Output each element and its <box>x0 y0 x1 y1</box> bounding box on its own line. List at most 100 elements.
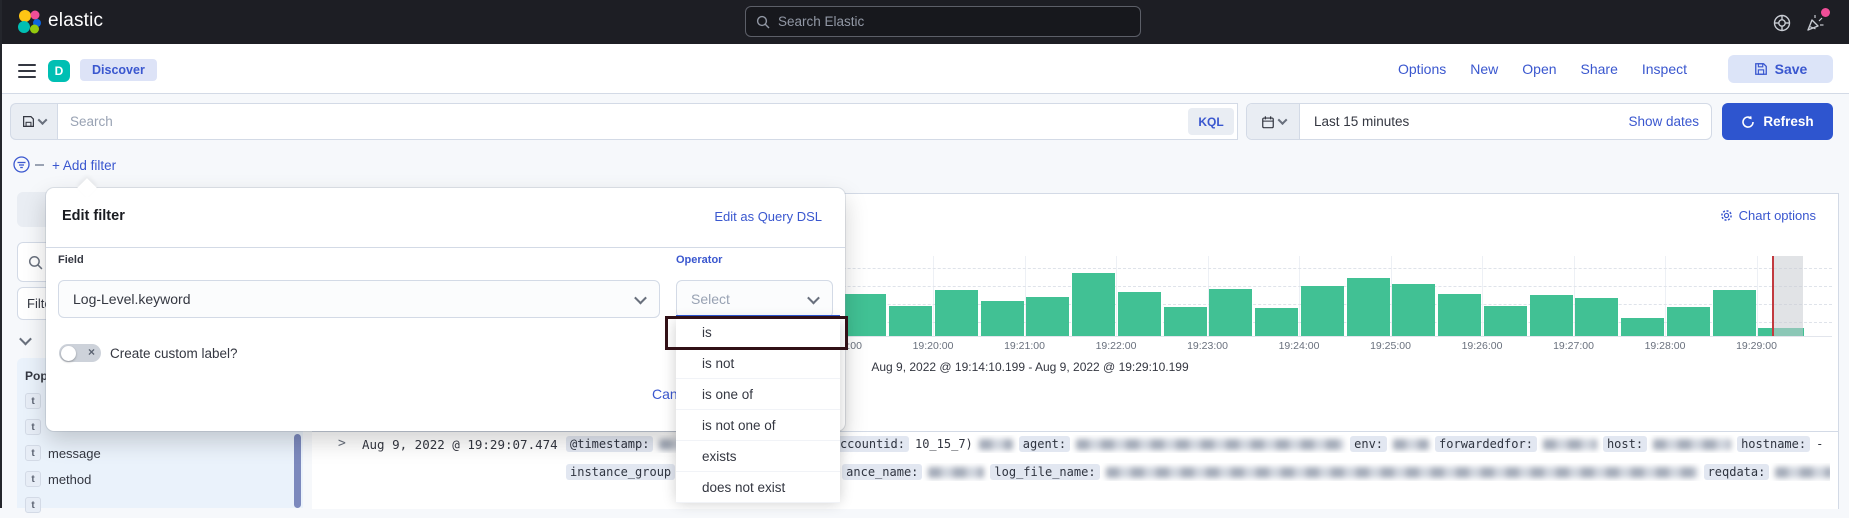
field-name-pill[interactable]: hostname: <box>1737 436 1810 452</box>
field-name-pill[interactable]: log_file_name: <box>990 464 1099 480</box>
redacted-value <box>928 467 984 478</box>
space-avatar[interactable]: D <box>48 60 70 82</box>
operator-option-is-one-of[interactable]: is one of <box>676 379 840 410</box>
close-icon: × <box>88 345 95 359</box>
chevron-down-icon <box>634 291 647 304</box>
field-name-pill[interactable]: ance_name: <box>842 464 922 480</box>
field-name-pill[interactable]: forwardedfor: <box>1435 436 1537 452</box>
histogram-bar[interactable] <box>1530 295 1573 336</box>
histogram-bar[interactable] <box>1072 273 1115 336</box>
field-type-token: t <box>25 471 41 487</box>
kql-language-button[interactable]: KQL <box>1188 108 1234 135</box>
operator-placeholder: Select <box>691 291 809 307</box>
refresh-icon <box>1741 115 1755 129</box>
date-quick-select-button[interactable] <box>1247 104 1300 139</box>
x-axis-tick-label: 19:23:00 <box>1173 340 1243 352</box>
refresh-label: Refresh <box>1763 114 1813 129</box>
field-name-pill[interactable]: reqdata: <box>1704 464 1770 480</box>
menu-new[interactable]: New <box>1470 61 1498 77</box>
menu-share[interactable]: Share <box>1581 61 1618 77</box>
field-name-pill[interactable]: accountid: <box>829 436 909 452</box>
field-list-item[interactable]: tmessage <box>25 440 101 466</box>
operator-combobox[interactable]: Select <box>676 280 833 318</box>
histogram-bar[interactable] <box>1484 306 1527 336</box>
chevron-down-icon <box>1277 115 1287 125</box>
x-axis-tick-label: 19:26:00 <box>1447 340 1517 352</box>
histogram-bar[interactable] <box>1575 298 1618 336</box>
field-label: Field <box>58 254 84 266</box>
sidebar-scrollbar[interactable] <box>294 434 301 508</box>
histogram-bar[interactable] <box>1301 286 1344 336</box>
query-input[interactable]: Search <box>57 103 1238 140</box>
histogram-bar[interactable] <box>1713 290 1756 336</box>
field-name-pill[interactable]: agent: <box>1019 436 1070 452</box>
x-axis-tick-label: 19:28:00 <box>1630 340 1700 352</box>
operator-option-exists[interactable]: exists <box>676 441 840 472</box>
menu-inspect[interactable]: Inspect <box>1642 61 1687 77</box>
show-dates-link[interactable]: Show dates <box>1628 114 1699 129</box>
field-name-pill[interactable]: host: <box>1603 436 1647 452</box>
histogram-bar[interactable] <box>1255 308 1298 336</box>
global-search-placeholder: Search Elastic <box>778 14 864 29</box>
menu-hamburger-icon[interactable] <box>18 64 36 78</box>
histogram-bar[interactable] <box>1392 284 1435 336</box>
field-type-token: t <box>25 393 41 409</box>
saved-query-menu-button[interactable] <box>10 103 57 140</box>
save-button[interactable]: Save <box>1728 55 1833 83</box>
field-combobox[interactable]: Log-Level.keyword <box>58 280 660 318</box>
custom-label-toggle-label: Create custom label? <box>110 346 238 361</box>
time-range-value[interactable]: Last 15 minutes <box>1314 114 1628 129</box>
redacted-value <box>979 439 1013 450</box>
operator-option-is-not-one-of[interactable]: is not one of <box>676 410 840 441</box>
chevron-down-icon[interactable] <box>19 333 32 346</box>
redacted-value <box>1106 467 1698 478</box>
chevron-down-icon <box>38 115 48 125</box>
operator-label: Operator <box>676 254 722 266</box>
histogram-bar[interactable] <box>1118 292 1161 336</box>
menu-open[interactable]: Open <box>1522 61 1556 77</box>
operator-option-does-not-exist[interactable]: does not exist <box>676 472 840 503</box>
operator-option-is-not[interactable]: is not <box>676 348 840 379</box>
current-time-marker <box>1772 256 1774 336</box>
histogram-bar[interactable] <box>935 290 978 336</box>
help-icon[interactable] <box>1772 13 1792 33</box>
field-value-text: 10_15_7) <box>915 437 973 451</box>
field-list-item[interactable]: t <box>25 492 101 518</box>
chart-options-link[interactable]: Chart options <box>1720 208 1816 223</box>
save-floppy-icon <box>1754 62 1768 76</box>
table-divider <box>312 431 1838 432</box>
histogram-bar[interactable] <box>1164 307 1207 336</box>
custom-label-toggle[interactable]: × <box>59 344 101 362</box>
redacted-value <box>1543 439 1597 450</box>
histogram-bar[interactable] <box>1621 318 1664 336</box>
operator-option-is[interactable]: is <box>676 317 840 348</box>
field-value: Log-Level.keyword <box>73 291 636 307</box>
filter-set-icon[interactable] <box>13 156 30 173</box>
global-search-input[interactable]: Search Elastic <box>745 6 1141 37</box>
search-icon <box>756 15 770 29</box>
x-axis-tick-label: 19:27:00 <box>1539 340 1609 352</box>
histogram-bar[interactable] <box>843 294 886 336</box>
histogram-bar[interactable] <box>889 306 932 336</box>
histogram-bar[interactable] <box>1209 289 1252 336</box>
field-name-pill[interactable]: env: <box>1350 436 1387 452</box>
calendar-icon <box>1261 115 1275 129</box>
row-expand-toggle[interactable]: > <box>338 436 346 451</box>
histogram-bar[interactable] <box>1347 278 1390 336</box>
add-filter-link[interactable]: + Add filter <box>52 158 116 173</box>
refresh-button[interactable]: Refresh <box>1722 103 1833 140</box>
histogram-bar[interactable] <box>1438 294 1481 336</box>
save-button-label: Save <box>1775 61 1808 77</box>
histogram-bar[interactable] <box>1026 297 1069 336</box>
histogram-bar[interactable] <box>1667 307 1710 336</box>
histogram-bar[interactable] <box>981 301 1024 336</box>
field-list-item[interactable]: tmethod <box>25 466 101 492</box>
field-value-text: - <box>1816 437 1823 451</box>
menu-options[interactable]: Options <box>1398 61 1446 77</box>
field-name-pill[interactable]: instance_group <box>566 464 675 480</box>
query-placeholder: Search <box>70 114 113 129</box>
breadcrumb[interactable]: Discover <box>80 59 157 81</box>
doc-timestamp: Aug 9, 2022 @ 19:29:07.474 <box>362 437 558 452</box>
field-name-pill[interactable]: @timestamp: <box>566 436 653 452</box>
edit-as-query-dsl-link[interactable]: Edit as Query DSL <box>714 209 822 224</box>
